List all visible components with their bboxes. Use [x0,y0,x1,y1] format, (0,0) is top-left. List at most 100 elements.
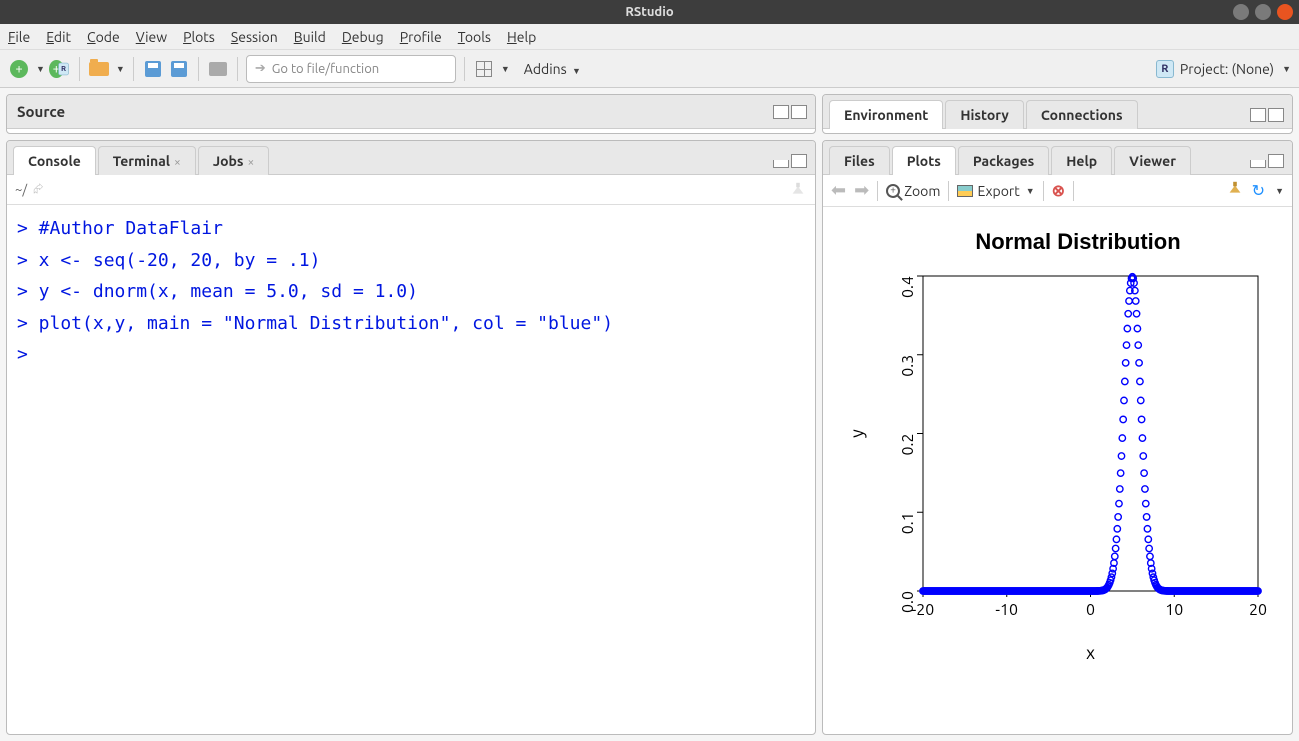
data-point [1145,536,1151,542]
menu-edit[interactable]: Edit [46,29,71,45]
data-point [1123,342,1129,348]
toolbar-separator [198,57,199,81]
export-icon [957,185,973,197]
console-line: > plot(x,y, main = "Normal Distribution"… [17,308,805,340]
open-recent-dropdown[interactable]: ▼ [116,64,125,74]
data-point [1135,360,1141,366]
window-close-button[interactable] [1277,4,1293,20]
y-axis-label: y [847,429,867,438]
console-maximize-icon[interactable] [791,154,807,168]
goto-file-function-input[interactable]: ➔ Go to file/function [246,55,456,83]
tab-close-icon[interactable]: × [174,156,181,169]
new-file-button[interactable]: + [8,58,30,80]
plots-pane: FilesPlotsPackagesHelpViewer ⬅ ➡ Zoom Ex… [822,140,1293,735]
data-point [1134,325,1140,331]
data-point [1120,397,1126,403]
data-point [1140,453,1146,459]
goto-placeholder: Go to file/function [272,62,379,76]
source-pane-title: Source [17,103,65,120]
source-minimize-icon[interactable] [773,105,789,119]
console-output[interactable]: > #Author DataFlair> x <- seq(-20, 20, b… [7,205,815,734]
print-button[interactable] [207,58,229,80]
data-point [1119,435,1125,441]
data-point [1118,453,1124,459]
data-point [1135,342,1141,348]
clear-console-icon[interactable] [789,181,807,199]
source-pane: Source [6,94,816,134]
data-point [1143,514,1149,520]
data-point [1112,545,1118,551]
data-point [1139,435,1145,441]
menu-profile[interactable]: Profile [400,29,442,45]
console-sub-toolbar: ~/ ⮳ [7,175,815,205]
menu-tools[interactable]: Tools [458,29,491,45]
menu-code[interactable]: Code [87,29,120,45]
tab-history[interactable]: History [945,100,1024,129]
data-point [1111,553,1117,559]
plot-clear-all-icon[interactable] [1226,180,1244,201]
source-maximize-icon[interactable] [791,105,807,119]
data-point [1137,397,1143,403]
environment-pane: EnvironmentHistoryConnections [822,94,1293,134]
tab-close-icon[interactable]: × [248,156,255,169]
y-tick-label: 0.2 [899,434,917,456]
toolbar-separator [877,181,878,201]
open-file-button[interactable] [88,58,110,80]
main-toolbar: + ▼ +R ▼ ➔ Go to file/function ▼ Addins … [0,50,1299,88]
plot-refresh-button[interactable]: ↻ [1252,181,1265,200]
new-project-button[interactable]: +R [49,58,71,80]
window-minimize-button[interactable] [1233,4,1249,20]
addins-menu[interactable]: Addins ▼ [524,61,581,77]
project-dropdown-icon: ▼ [1282,64,1291,74]
tab-terminal[interactable]: Terminal× [98,146,196,175]
menu-build[interactable]: Build [294,29,326,45]
plot-next-button[interactable]: ➡ [854,180,869,201]
data-point [1140,470,1146,476]
window-maximize-button[interactable] [1255,4,1271,20]
menu-view[interactable]: View [136,29,167,45]
env-maximize-icon[interactable] [1268,108,1284,122]
console-tabs: ConsoleTerminal×Jobs× [7,141,815,175]
tab-jobs[interactable]: Jobs× [198,146,269,175]
data-point [1116,486,1122,492]
plot-prev-button[interactable]: ⬅ [831,180,846,201]
tab-packages[interactable]: Packages [958,146,1049,175]
x-tick-label: -10 [995,601,1018,619]
new-file-dropdown[interactable]: ▼ [36,64,45,74]
tab-plots[interactable]: Plots [892,146,956,175]
data-point [1117,470,1123,476]
tab-files[interactable]: Files [829,146,890,175]
console-line: > x <- seq(-20, 20, by = .1) [17,245,805,277]
project-selector[interactable]: R Project: (None) ▼ [1156,60,1291,78]
workspace-panes-button[interactable] [473,58,495,80]
menu-session[interactable]: Session [231,29,278,45]
menu-help[interactable]: Help [507,29,536,45]
workspace-panes-dropdown[interactable]: ▼ [501,64,510,74]
data-point [1142,500,1148,506]
plot-export-button[interactable]: Export ▼ [957,183,1034,199]
tab-connections[interactable]: Connections [1026,100,1138,129]
toolbar-separator [948,181,949,201]
tab-help[interactable]: Help [1051,146,1112,175]
menu-file[interactable]: File [8,29,30,45]
x-tick-label: 20 [1248,601,1266,619]
console-minimize-icon[interactable] [773,160,789,168]
plot-zoom-button[interactable]: Zoom [886,183,940,199]
data-point [1113,536,1119,542]
console-share-icon[interactable]: ⮳ [33,182,43,197]
plot-refresh-dropdown[interactable]: ▼ [1275,186,1284,196]
save-all-button[interactable] [168,58,190,80]
tab-environment[interactable]: Environment [829,100,943,129]
data-point [1124,325,1130,331]
data-point [1115,500,1121,506]
plots-minimize-icon[interactable] [1250,160,1266,168]
tab-console[interactable]: Console [13,146,96,175]
menu-debug[interactable]: Debug [342,29,384,45]
save-button[interactable] [142,58,164,80]
env-minimize-icon[interactable] [1250,108,1266,122]
console-pane: ConsoleTerminal×Jobs× ~/ ⮳ > #Author Dat… [6,140,816,735]
menu-plots[interactable]: Plots [183,29,215,45]
plots-maximize-icon[interactable] [1268,154,1284,168]
tab-viewer[interactable]: Viewer [1114,146,1191,175]
plot-remove-button[interactable]: ⊗ [1052,181,1065,200]
